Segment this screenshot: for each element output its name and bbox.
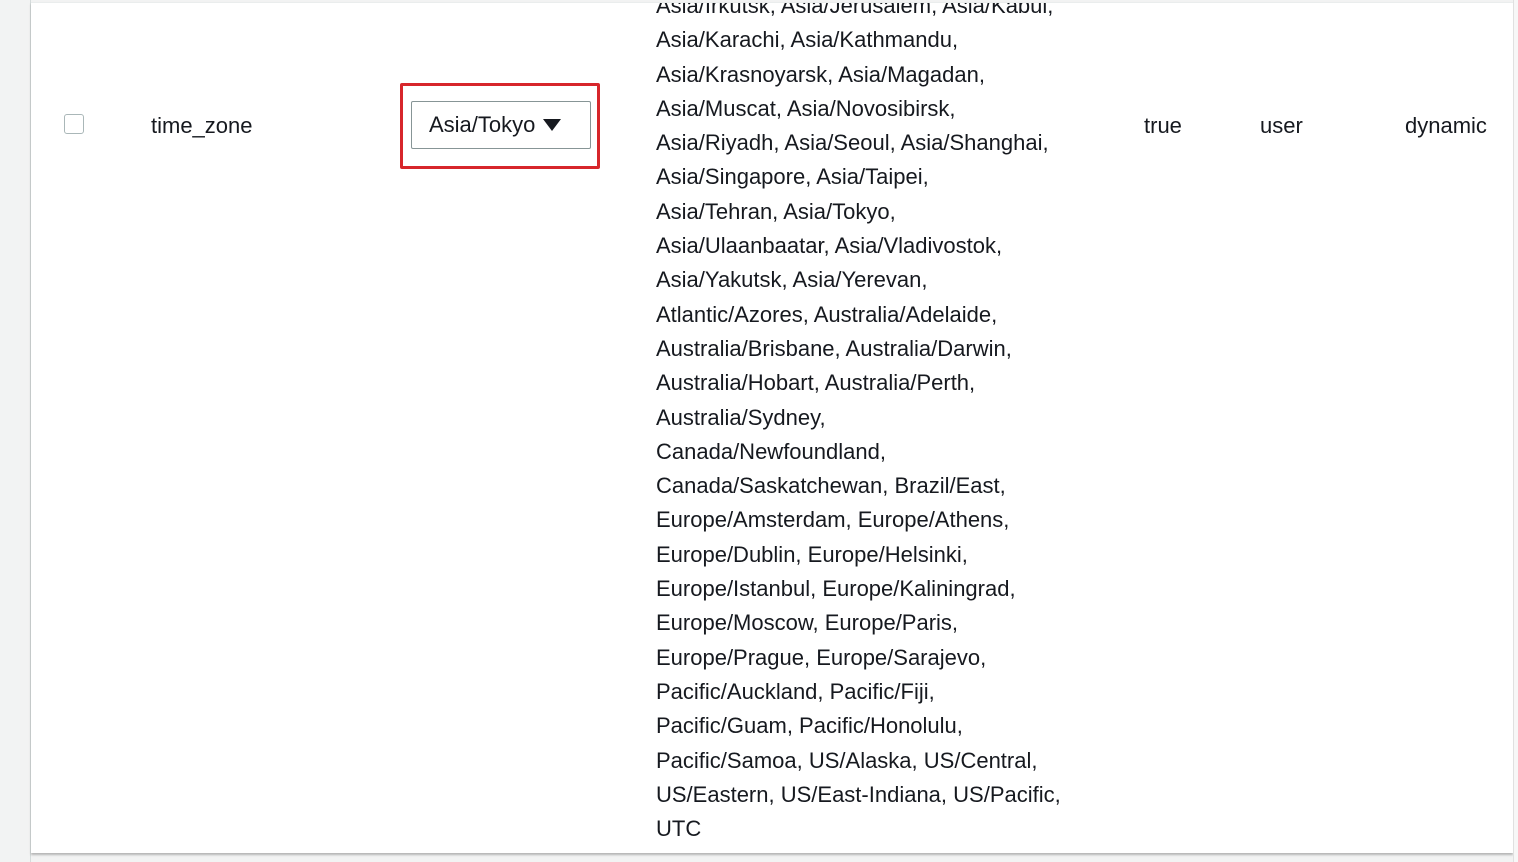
is-modifiable: true (1144, 113, 1182, 138)
allowed-values: Asia/Irkutsk, Asia/Jerusalem, Asia/Kabul… (656, 2, 1061, 846)
allowed-values-line: Asia/Krasnoyarsk, Asia/Magadan, (656, 61, 985, 87)
allowed-values-line: Australia/Brisbane, Australia/Darwin, (656, 335, 1012, 361)
allowed-values-line: Pacific/Samoa, US/Alaska, US/Central, (656, 747, 1038, 773)
parameter-name: time_zone (151, 113, 253, 138)
allowed-values-line: US/Eastern, US/East-Indiana, US/Pacific, (656, 781, 1061, 807)
allowed-values-line: Asia/Yakutsk, Asia/Yerevan, (656, 267, 928, 293)
scrollbar-track (1513, 0, 1518, 862)
allowed-values-line: Pacific/Guam, Pacific/Honolulu, (656, 713, 963, 739)
allowed-values-line: Asia/Karachi, Asia/Kathmandu, (656, 27, 959, 53)
parameters-table: time_zone Asia/Tokyo Asia/Irkutsk, Asia/… (31, 2, 1513, 853)
allowed-values-line: Canada/Saskatchewan, Brazil/East, (656, 473, 1006, 499)
allowed-values-line: Pacific/Auckland, Pacific/Fiji, (656, 678, 935, 704)
allowed-values-line: Asia/Singapore, Asia/Taipei, (656, 164, 929, 190)
allowed-values-line: Asia/Muscat, Asia/Novosibirsk, (656, 95, 956, 121)
row-select-checkbox[interactable] (64, 114, 84, 134)
parameter-source: user (1260, 113, 1303, 138)
time-zone-select[interactable]: Asia/Tokyo (411, 101, 591, 149)
caret-down-icon (543, 119, 562, 131)
allowed-values-line: Asia/Ulaanbaatar, Asia/Vladivostok, (656, 233, 1003, 259)
allowed-values-line: Australia/Hobart, Australia/Perth, (656, 370, 976, 396)
allowed-values-line: Australia/Sydney, (656, 404, 826, 430)
allowed-values-line: Europe/Moscow, Europe/Paris, (656, 610, 959, 636)
allowed-values-line: Europe/Amsterdam, Europe/Athens, (656, 507, 1010, 533)
left-gutter (0, 0, 31, 862)
allowed-values-line: Europe/Dublin, Europe/Helsinki, (656, 541, 968, 567)
allowed-values-line: Atlantic/Azores, Australia/Adelaide, (656, 301, 998, 327)
allowed-values-line: UTC (656, 816, 702, 842)
page-background: time_zone Asia/Tokyo Asia/Irkutsk, Asia/… (0, 0, 1518, 862)
allowed-values-line: Canada/Newfoundland, (656, 438, 886, 464)
apply-type: dynamic (1405, 113, 1487, 138)
allowed-values-line: Europe/Istanbul, Europe/Kaliningrad, (656, 576, 1016, 602)
time-zone-select-value: Asia/Tokyo (429, 112, 536, 137)
allowed-values-line: Asia/Tehran, Asia/Tokyo, (656, 198, 896, 224)
allowed-values-line: Asia/Riyadh, Asia/Seoul, Asia/Shanghai, (656, 130, 1049, 156)
allowed-values-line: Asia/Irkutsk, Asia/Jerusalem, Asia/Kabul… (656, 2, 1054, 18)
allowed-values-line: Europe/Prague, Europe/Sarajevo, (656, 644, 987, 670)
